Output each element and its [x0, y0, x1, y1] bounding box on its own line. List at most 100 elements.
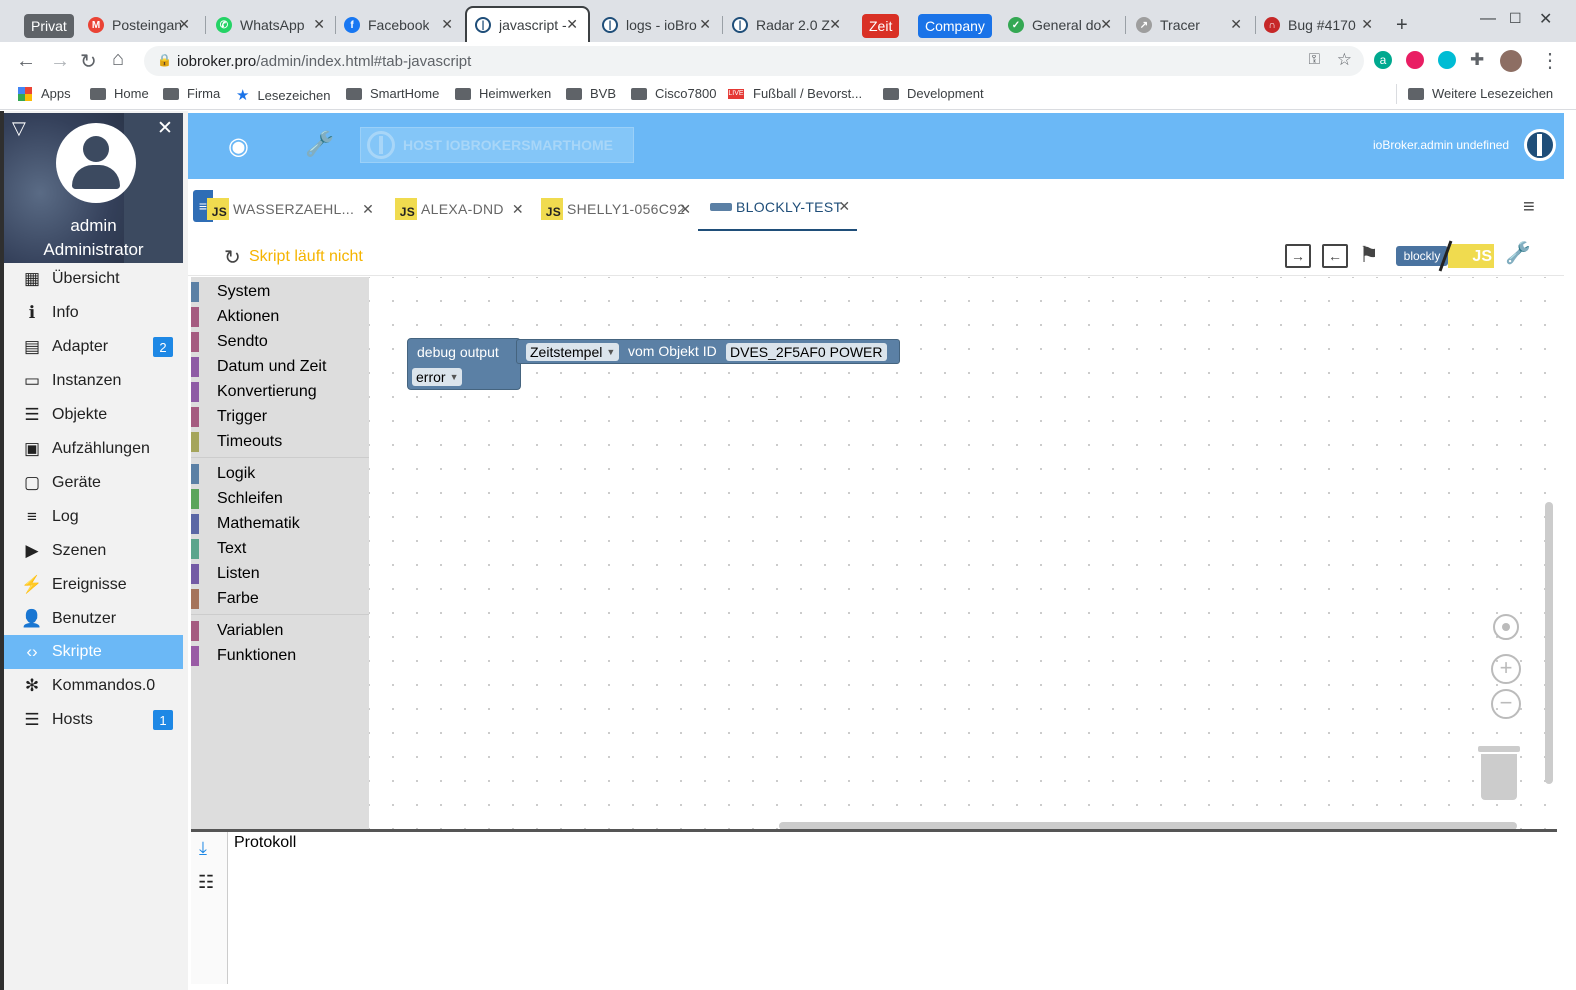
zoom-out-icon[interactable]: − — [1491, 689, 1521, 719]
bookmark-bvb[interactable]: BVB — [566, 86, 616, 101]
restart-icon[interactable]: ↻ — [224, 245, 241, 270]
sidebar-item-übersicht[interactable]: ▦ Übersicht — [4, 262, 183, 296]
timestamp-dropdown[interactable]: Zeitstempel ▼ — [526, 343, 620, 361]
close-sidebar-icon[interactable]: ✕ — [157, 117, 173, 140]
sidebar-item-ereignisse[interactable]: ⚡ Ereignisse — [4, 568, 183, 602]
close-tab-icon[interactable]: ✕ — [679, 201, 691, 218]
checkered-flag-icon[interactable]: ⚑ — [1359, 242, 1379, 268]
sidebar-item-adapter[interactable]: ▤ Adapter 2 — [4, 330, 183, 364]
browser-tab[interactable]: ↗ Tracer ✕ — [1130, 8, 1252, 42]
browser-tab[interactable]: ✓ General do ✕ — [1002, 8, 1122, 42]
trash-icon[interactable] — [1481, 754, 1517, 800]
browser-tab[interactable]: M Posteingan ✕ — [82, 8, 200, 42]
bookmark-lesezeichen[interactable]: ★ Lesezeichen — [236, 86, 330, 104]
bookmark-firma[interactable]: Firma — [163, 86, 220, 101]
home-icon[interactable]: ⌂ — [112, 48, 124, 71]
toolbox-category-schleifen[interactable]: Schleifen — [191, 486, 369, 511]
toolbox-category-trigger[interactable]: Trigger — [191, 404, 369, 429]
vertical-scrollbar[interactable] — [1545, 502, 1553, 784]
profile-chip-privat[interactable]: Privat — [24, 14, 74, 38]
close-tab-icon[interactable]: ✕ — [838, 198, 850, 215]
key-icon[interactable]: ⚿ — [1309, 51, 1320, 68]
host-selector[interactable]: HOST IOBROKERSMARTHOME — [360, 127, 634, 163]
browser-menu-icon[interactable]: ⋮ — [1540, 48, 1560, 73]
browser-tab[interactable]: | Radar 2.0 Z ✕ — [726, 8, 851, 42]
zoom-in-icon[interactable]: + — [1491, 654, 1521, 684]
tab-group-zeit[interactable]: Zeit — [862, 14, 900, 38]
sidebar-item-hosts[interactable]: ☰ Hosts 1 — [4, 703, 183, 737]
close-tab-icon[interactable]: ✕ — [362, 201, 374, 218]
sidebar-item-skripte[interactable]: ‹› Skripte — [4, 635, 183, 669]
bookmark-star-icon[interactable]: ☆ — [1337, 50, 1352, 70]
browser-tab[interactable]: f Facebook ✕ — [338, 8, 463, 42]
back-icon[interactable]: ← — [16, 50, 36, 73]
bookmark-home[interactable]: Home — [90, 86, 149, 101]
sidebar-item-info[interactable]: ℹ Info — [4, 296, 183, 330]
sidebar-item-geräte[interactable]: ▢ Geräte — [4, 466, 183, 500]
close-tab-icon[interactable]: ✕ — [566, 16, 578, 33]
toolbox-category-timeouts[interactable]: Timeouts — [191, 429, 369, 454]
url-input[interactable]: 🔒 iobroker.pro/admin/index.html#tab-java… — [144, 46, 1364, 76]
sidebar-item-objekte[interactable]: ☰ Objekte — [4, 398, 183, 432]
close-tab-icon[interactable]: ✕ — [829, 16, 841, 33]
wrench-icon[interactable]: 🔧 — [305, 130, 335, 159]
browser-tab[interactable]: ∩ Bug #4170 ✕ — [1258, 8, 1383, 42]
browser-tab-active[interactable]: | javascript - ✕ — [465, 6, 590, 42]
sidebar-item-aufzählungen[interactable]: ▣ Aufzählungen — [4, 432, 183, 466]
import-icon[interactable]: ← — [1322, 244, 1348, 268]
close-tab-icon[interactable]: ✕ — [178, 16, 190, 33]
object-id-field[interactable]: DVES_2F5AF0 POWER — [726, 343, 887, 361]
log-format-icon[interactable]: ☷ — [198, 872, 214, 893]
new-tab-icon[interactable]: + — [1396, 14, 1408, 37]
bookmark-cisco[interactable]: Cisco7800 — [631, 86, 716, 101]
recenter-icon[interactable] — [1493, 614, 1519, 640]
sidebar-item-instanzen[interactable]: ▭ Instanzen — [4, 364, 183, 398]
toolbox-category-farbe[interactable]: Farbe — [191, 586, 369, 611]
user-avatar-icon[interactable] — [1500, 50, 1522, 72]
close-tab-icon[interactable]: ✕ — [441, 16, 453, 33]
close-tab-icon[interactable]: ✕ — [1100, 16, 1112, 33]
toolbox-category-system[interactable]: System — [191, 279, 369, 304]
bookmark-heimwerken[interactable]: Heimwerken — [455, 86, 551, 101]
reload-icon[interactable]: ↻ — [80, 49, 97, 74]
extension-sync-icon[interactable] — [1438, 51, 1456, 69]
toolbox-category-text[interactable]: Text — [191, 536, 369, 561]
browser-tab[interactable]: | logs - ioBro ✕ — [596, 8, 721, 42]
browser-tab[interactable]: ✆ WhatsApp ✕ — [210, 8, 335, 42]
tabs-menu-icon[interactable]: ≡ — [1523, 196, 1535, 219]
tab-script-shelly[interactable]: JS SHELLY1-056C92 ✕ — [541, 198, 691, 220]
close-tab-icon[interactable]: ✕ — [1361, 16, 1373, 33]
sidebar-item-kommandos-0[interactable]: ✻ Kommandos.0 — [4, 669, 183, 703]
extension-a-icon[interactable]: a — [1374, 51, 1392, 69]
toolbox-category-logik[interactable]: Logik — [191, 461, 369, 486]
toolbox-category-funktionen[interactable]: Funktionen — [191, 643, 369, 668]
toolbox-category-konvertierung[interactable]: Konvertierung — [191, 379, 369, 404]
tab-script-alexa-dnd[interactable]: JS ALEXA-DND ✕ — [395, 198, 524, 220]
tab-script-wasserzaehl[interactable]: JS WASSERZAEHL... ✕ — [207, 198, 374, 220]
sidebar-item-szenen[interactable]: ▶ Szenen — [4, 534, 183, 568]
close-tab-icon[interactable]: ✕ — [512, 201, 524, 218]
close-tab-icon[interactable]: ✕ — [313, 16, 325, 33]
extensions-puzzle-icon[interactable]: ✚ — [1470, 50, 1484, 70]
js-mode-toggle[interactable]: JS — [1448, 244, 1494, 268]
iobroker-logo-icon[interactable] — [1524, 129, 1556, 161]
close-window-icon[interactable]: ✕ — [1539, 9, 1552, 29]
forward-icon[interactable]: → — [50, 50, 70, 73]
settings-wrench-icon[interactable]: 🔧 — [1505, 242, 1531, 266]
toolbox-category-variablen[interactable]: Variablen — [191, 618, 369, 643]
toolbox-category-listen[interactable]: Listen — [191, 561, 369, 586]
bookmark-smarthome[interactable]: SmartHome — [346, 86, 439, 101]
collapse-triangle-icon[interactable]: ▽ — [12, 118, 26, 139]
sidebar-item-log[interactable]: ≡ Log — [4, 500, 183, 534]
timestamp-block[interactable]: Zeitstempel ▼ vom Objekt ID DVES_2F5AF0 P… — [516, 339, 900, 364]
toolbox-category-datum-und-zeit[interactable]: Datum und Zeit — [191, 354, 369, 379]
bookmark-fussball[interactable]: LIVE Fußball / Bevorst... — [728, 86, 862, 101]
toolbox-category-sendto[interactable]: Sendto — [191, 329, 369, 354]
bookmark-apps[interactable]: Apps — [18, 86, 71, 101]
sidebar-item-benutzer[interactable]: 👤 Benutzer — [4, 602, 183, 636]
eye-icon[interactable]: ◉ — [228, 132, 249, 161]
minimize-icon[interactable]: — — [1480, 10, 1496, 28]
toolbox-category-mathematik[interactable]: Mathematik — [191, 511, 369, 536]
log-level-dropdown[interactable]: error ▼ — [412, 368, 463, 386]
bookmark-development[interactable]: Development — [883, 86, 984, 101]
